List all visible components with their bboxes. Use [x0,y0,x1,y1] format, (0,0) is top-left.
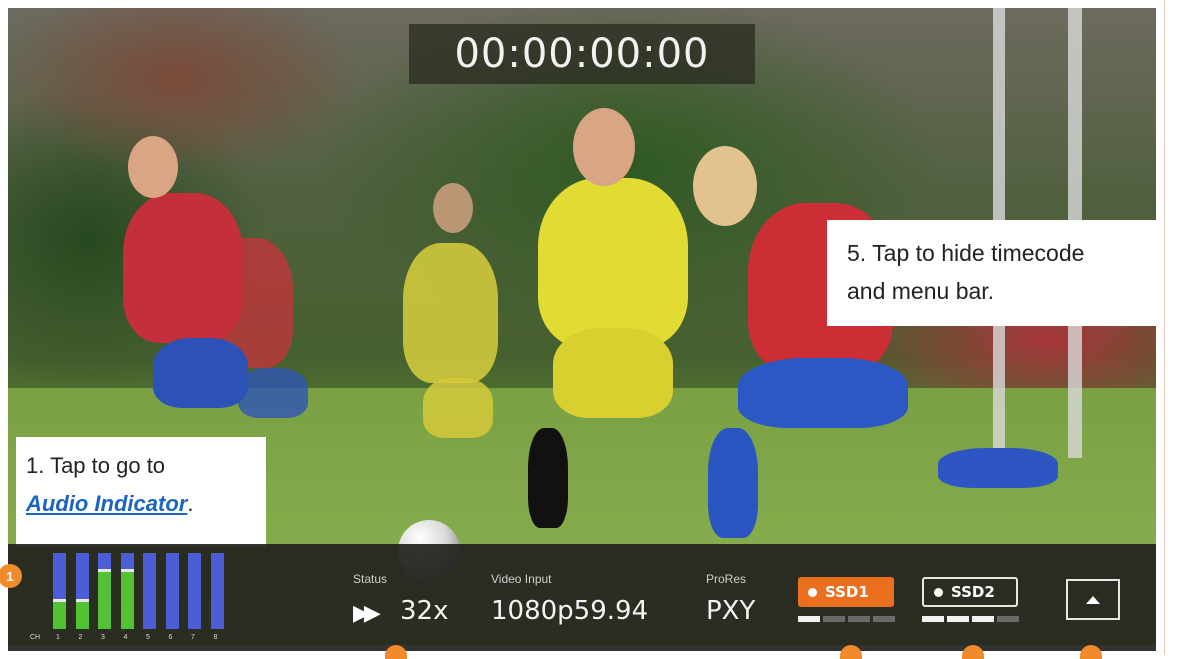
player-figure [553,328,673,418]
channel-axis-label: CH [30,634,41,641]
audio-channel-label: 8 [213,634,218,641]
ssd2-capacity-segment [947,616,969,622]
callout-text: 1. Tap to go to [26,453,166,478]
audio-channel-label: 6 [168,634,173,641]
player-figure [708,428,758,538]
ssd2-capacity-segment [922,616,944,622]
video-input-value: 1080p59.94 [491,596,649,626]
player-figure [403,243,498,383]
player-figure [738,358,908,428]
ssd2-label: SSD2 [951,583,995,601]
audio-channel-label: 3 [101,634,105,641]
audio-channel-bar [188,553,201,629]
status-label: Status [353,572,388,586]
audio-channel-label: 1 [56,634,60,641]
player-head [693,146,757,226]
ssd1-capacity-segment [823,616,845,622]
audio-channel-label: 2 [78,634,83,641]
ssd1-label: SSD1 [825,583,869,601]
audio-peak-marker [120,569,134,572]
audio-channel-bar [143,553,156,629]
timecode-display[interactable]: 00:00:00:00 [409,24,755,84]
page-edge-line [1164,0,1165,655]
player-figure [528,428,568,528]
audio-indicator-link[interactable]: Audio Indicator [26,491,187,516]
audio-channel-label: 4 [123,634,128,641]
up-arrow-icon [1086,595,1100,604]
prores-value: PXY [706,596,756,626]
player-figure [938,448,1058,488]
player-head [128,136,178,198]
player-figure [538,178,688,348]
show-menu-button[interactable] [1066,579,1120,620]
player-head [433,183,473,233]
audio-channel-bar [98,553,111,629]
prores-label: ProRes [706,572,747,586]
ssd2-capacity-segment [972,616,994,622]
audio-channel-bar [120,553,134,629]
callout-audio-indicator: 1. Tap to go to Audio Indicator. [16,437,266,547]
status-value: 32x [400,596,449,626]
audio-peak-marker [53,599,66,603]
audio-channel-label: 5 [146,634,150,641]
callout-text: 5. Tap to hide timecode [847,240,1085,266]
video-input-label: Video Input [491,572,552,586]
audio-level-fill [75,602,89,629]
record-dot-icon [808,587,817,597]
player-figure [238,368,308,418]
player-figure [153,338,248,408]
callout-text: and menu bar. [847,278,995,304]
audio-level-fill [98,572,111,629]
ssd1-capacity-segment [873,616,895,622]
audio-channel-bar [53,553,66,629]
player-figure [123,193,243,343]
audio-peak-marker [98,569,111,572]
audio-channel-label: 7 [191,634,195,641]
ssd1-capacity-segment [798,616,820,622]
audio-peak-marker [75,599,89,603]
player-figure [423,378,493,438]
callout-text: . [187,491,194,516]
audio-channel-bar [165,553,179,629]
audio-meter[interactable] [43,553,224,633]
ssd2-capacity-segment [997,616,1019,622]
ssd1-button[interactable]: SSD1 [798,577,894,607]
audio-level-fill [53,602,66,629]
audio-channel-bar [210,553,224,629]
audio-level-fill [120,572,134,629]
player-head [573,108,635,186]
record-dot-icon [934,587,943,597]
audio-channel-bar [75,553,89,629]
fast-forward-icon: ▶▶ [353,600,381,625]
callout-hide-bars: 5. Tap to hide timecode and menu bar. [827,220,1157,326]
ssd1-capacity-segment [848,616,870,622]
ssd2-button[interactable]: SSD2 [922,577,1018,607]
